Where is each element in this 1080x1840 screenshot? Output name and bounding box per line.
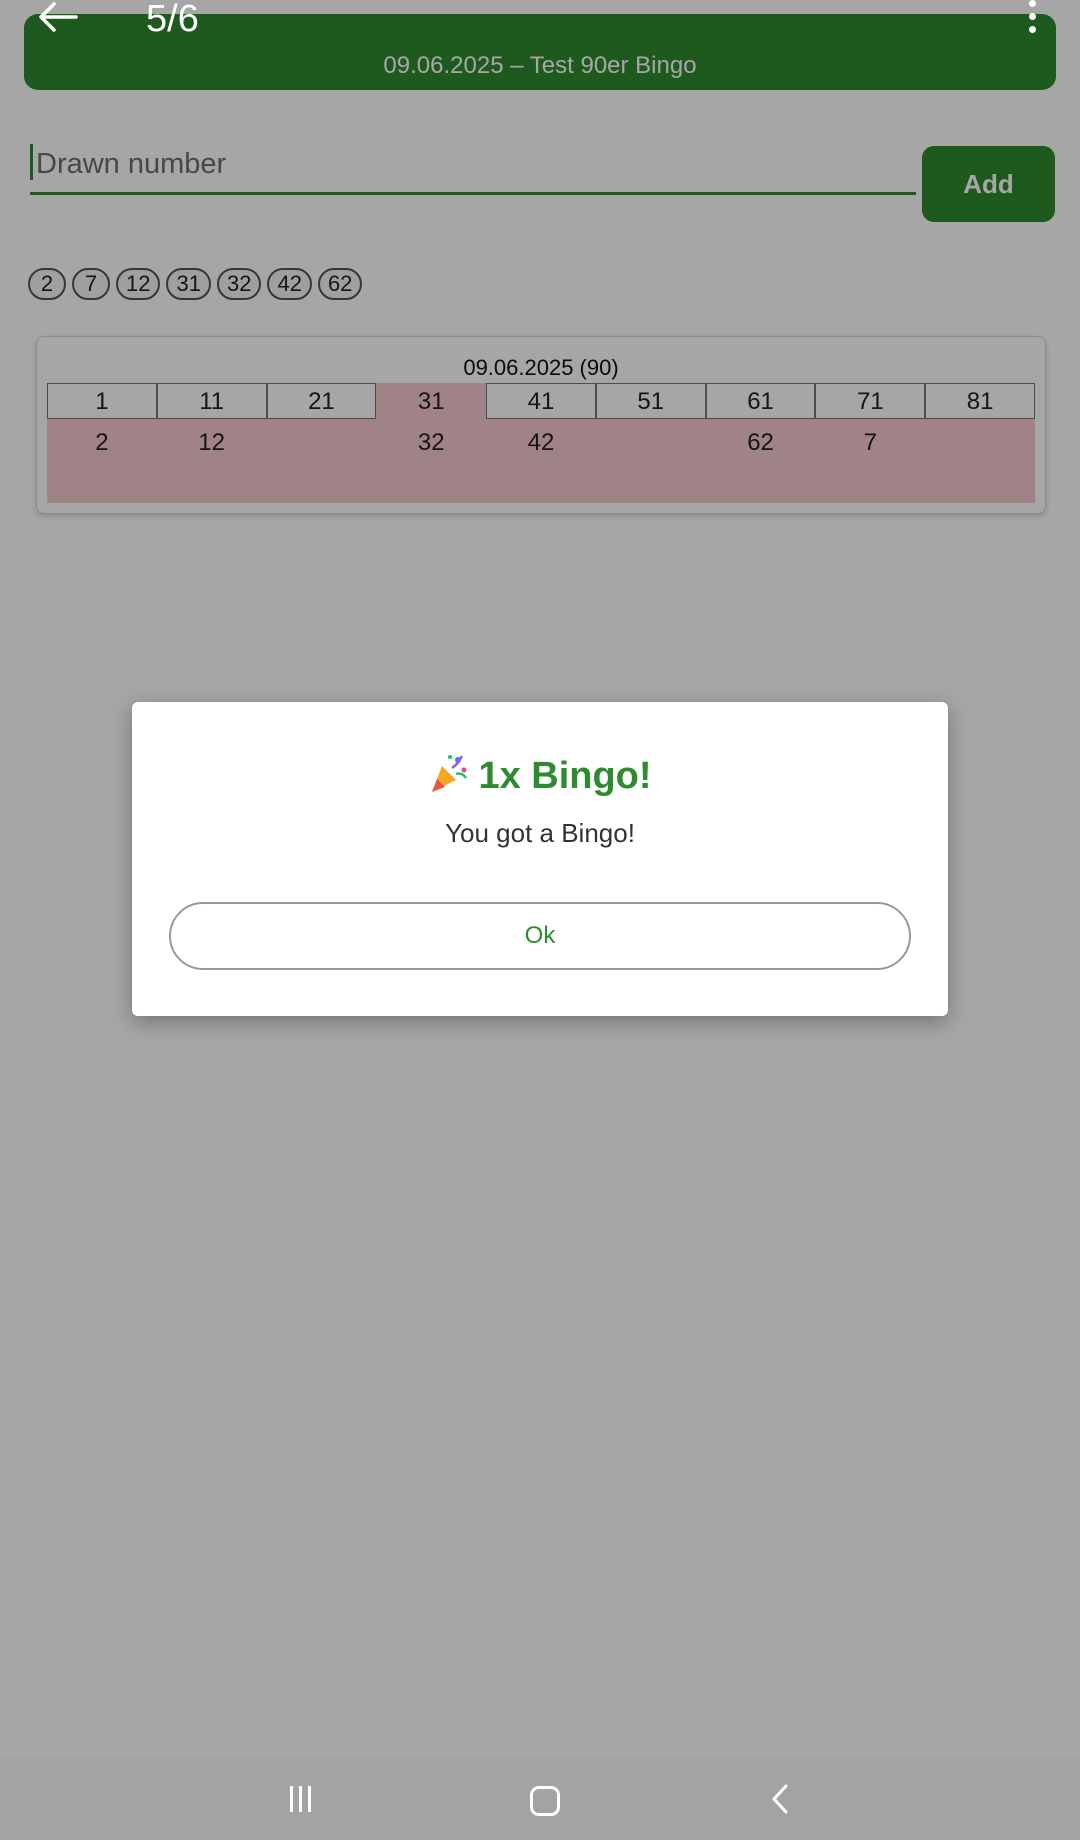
system-navigation-bar: [0, 1758, 1080, 1840]
bingo-dialog: 1x Bingo! You got a Bingo! Ok: [132, 702, 948, 1016]
viewer-toolbar: 5/6: [0, 0, 1080, 72]
more-options-icon[interactable]: [1022, 0, 1042, 36]
dialog-message: You got a Bingo!: [445, 818, 635, 848]
dialog-title-row: 1x Bingo!: [132, 752, 948, 798]
party-popper-icon: [432, 755, 468, 792]
home-icon[interactable]: [530, 1786, 560, 1816]
dialog-title: 1x Bingo!: [478, 755, 652, 797]
back-icon[interactable]: [768, 1782, 792, 1816]
image-counter: 5/6: [146, 0, 199, 40]
back-arrow-icon[interactable]: [36, 0, 80, 36]
recents-icon[interactable]: [290, 1786, 320, 1814]
ok-button[interactable]: Ok: [169, 902, 911, 970]
